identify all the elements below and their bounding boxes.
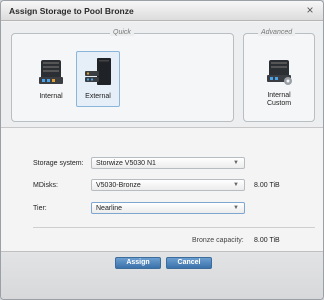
tier-select[interactable]: Nearline ▼ [91,202,245,214]
advanced-group-label: Advanced [258,29,296,36]
storage-form: Storage system: Storwize V5030 N1 ▼ MDis… [1,129,323,251]
tier-label: Tier: [33,205,47,212]
quick-group-label: Quick [110,29,134,36]
internal-storage-icon [39,60,63,84]
advanced-group: Advanced Internal Custom [243,29,315,122]
mdisks-label: MDisks: [33,182,58,189]
capacity-label: Bronze capacity: [192,237,244,244]
capacity-value: 8.00 TiB [254,237,280,244]
cancel-button[interactable]: Cancel [166,257,212,269]
option-internal-custom[interactable]: Internal Custom [257,51,301,107]
chevron-down-icon: ▼ [233,182,239,188]
option-internal-custom-label-line2: Custom [266,100,292,107]
mdisks-size: 8.00 TiB [254,182,280,189]
option-internal-custom-label-line1: Internal [267,92,291,99]
storage-type-panel: Quick Internal External Advanced Interna… [1,22,323,128]
mdisks-select[interactable]: V5030-Bronze ▼ [91,179,245,191]
tier-value: Nearline [96,205,123,212]
option-external[interactable]: External [76,51,120,107]
dialog-titlebar: Assign Storage to Pool Bronze × [1,1,323,21]
option-external-label: External [85,93,111,100]
assign-button[interactable]: Assign [115,257,161,269]
assign-storage-dialog: Assign Storage to Pool Bronze × Quick In… [0,0,324,300]
storage-system-select[interactable]: Storwize V5030 N1 ▼ [91,157,245,169]
form-divider [33,227,315,228]
storage-system-value: Storwize V5030 N1 [96,160,156,167]
mdisks-value: V5030-Bronze [96,182,141,189]
dialog-title: Assign Storage to Pool Bronze [9,6,134,16]
chevron-down-icon: ▼ [233,205,239,211]
internal-custom-storage-icon [267,60,292,85]
storage-system-label: Storage system: [33,160,84,167]
external-storage-icon [85,58,111,85]
close-icon[interactable]: × [304,4,316,16]
quick-group: Quick Internal External [11,29,234,122]
option-internal[interactable]: Internal [29,51,73,107]
option-internal-label: Internal [39,93,63,100]
dialog-footer: Assign Cancel [1,251,323,299]
chevron-down-icon: ▼ [233,160,239,166]
